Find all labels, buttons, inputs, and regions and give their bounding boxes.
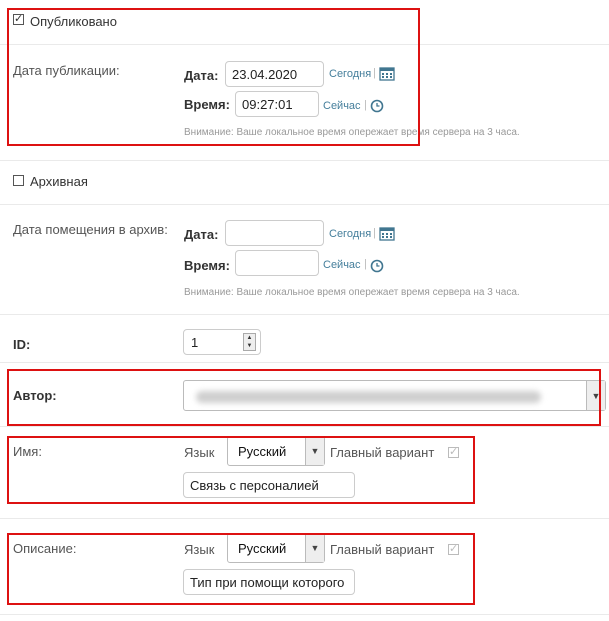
description-highlight (7, 533, 475, 605)
archive-date-date-label: Дата: (184, 227, 219, 242)
author-highlight (7, 369, 601, 426)
calendar-icon[interactable] (379, 226, 395, 244)
published-highlight (7, 8, 420, 146)
archived-checkbox[interactable] (13, 175, 24, 186)
id-value: 1 (191, 335, 199, 350)
archived-label: Архивная (30, 174, 88, 189)
archive-now-link[interactable]: Сейчас (323, 259, 361, 271)
archive-date-label: Дата помещения в архив: (13, 222, 168, 237)
archive-time-label: Время: (184, 258, 230, 273)
archive-time-help: Внимание: Ваше локальное время опережает… (184, 287, 520, 298)
archive-time-input[interactable] (235, 250, 319, 276)
id-stepper[interactable]: 1 ▲ ▼ (183, 329, 261, 355)
id-label: ID: (13, 337, 31, 352)
name-highlight (7, 436, 475, 504)
archive-today-link[interactable]: Сегодня (329, 228, 371, 240)
archive-date-input[interactable] (225, 220, 324, 246)
stepper-arrows-icon[interactable]: ▲ ▼ (243, 333, 256, 351)
clock-icon[interactable] (370, 259, 384, 276)
